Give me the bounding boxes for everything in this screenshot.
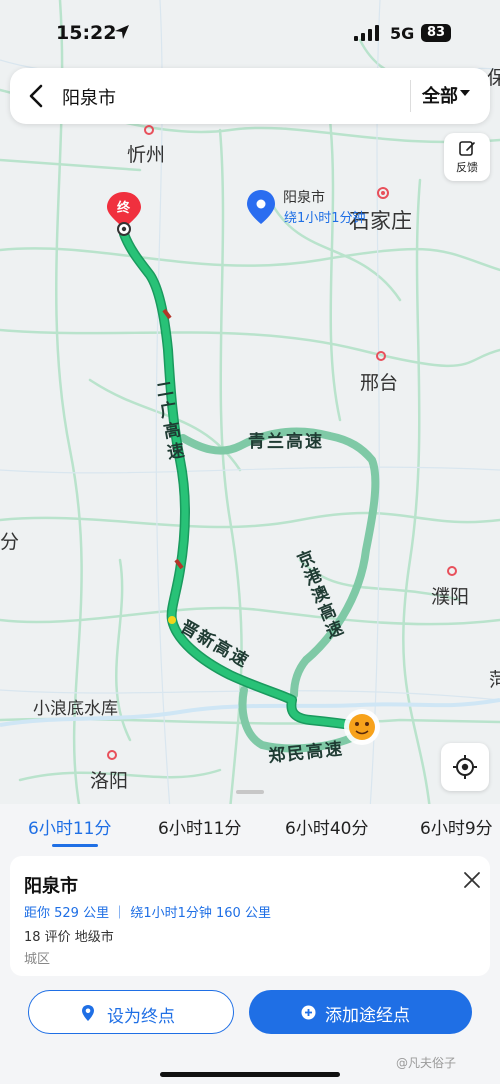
set-destination-button[interactable]: 设为终点 xyxy=(28,990,234,1034)
poi-title[interactable]: 阳泉市 xyxy=(283,187,325,207)
sheet-drag-handle[interactable] xyxy=(236,790,264,794)
edge-label-right-mid: 菏 xyxy=(489,669,500,691)
road-label-qinglan: 青兰高速 xyxy=(248,432,324,452)
end-marker-label: 终 xyxy=(117,201,131,216)
poi-subtitle[interactable]: 绕1小时1分钟 xyxy=(284,207,366,226)
tab-route-3[interactable]: 6小时40分 xyxy=(285,814,368,839)
city-label-luoyang: 洛阳 xyxy=(90,770,129,792)
add-waypoint-label: 添加途经点 xyxy=(325,1006,410,1026)
status-bar: 15:22 5G 83 xyxy=(0,0,500,66)
battery-level: 83 xyxy=(421,24,451,42)
city-label-xinzhou: 忻州 xyxy=(127,144,166,166)
reservoir-label: 小浪底水库 xyxy=(33,699,118,719)
feedback-button[interactable]: 反馈 xyxy=(444,133,490,181)
place-name: 阳泉市 xyxy=(24,876,78,897)
network-type: 5G xyxy=(390,24,415,43)
bottom-sheet: 6小时11分 6小时11分 6小时40分 6小时9分 阳泉市 距你 529 公里… xyxy=(0,804,500,1084)
location-pin-icon[interactable] xyxy=(247,190,275,224)
edge-label-left: 分 xyxy=(0,531,20,553)
city-label-xingtai: 邢台 xyxy=(360,372,399,394)
app-screen: 忻州 石家庄 邢台 濮阳 洛阳 小浪底水库 阳泉市 绕1小时1分钟 终 二广高速… xyxy=(0,0,500,1084)
back-icon[interactable] xyxy=(22,80,52,112)
filter-dropdown[interactable]: 全部 xyxy=(422,82,458,108)
locate-button[interactable] xyxy=(441,743,489,791)
add-waypoint-button[interactable]: 添加途经点 xyxy=(249,990,472,1034)
plus-circle-icon xyxy=(301,1005,316,1020)
watermark: @凡夫俗子 xyxy=(396,1056,457,1070)
search-query[interactable]: 阳泉市 xyxy=(62,84,116,110)
search-bar[interactable]: 阳泉市 全部 xyxy=(10,68,490,124)
pin-icon xyxy=(82,1005,94,1021)
search-divider xyxy=(410,80,411,112)
chevron-down-icon[interactable] xyxy=(458,86,472,100)
start-avatar-icon xyxy=(344,709,380,745)
home-indicator[interactable] xyxy=(160,1072,340,1077)
route-tabs: 6小时11分 6小时11分 6小时40分 6小时9分 xyxy=(0,804,500,850)
place-category: 城区 xyxy=(24,952,51,967)
place-card[interactable]: 阳泉市 距你 529 公里 ｜ 绕1小时1分钟 160 公里 18 评价 地级市… xyxy=(10,856,490,976)
feedback-label: 反馈 xyxy=(456,161,478,174)
place-distance: 距你 529 公里 ｜ 绕1小时1分钟 160 公里 xyxy=(24,906,271,921)
signal-icon xyxy=(354,25,379,41)
tab-route-4[interactable]: 6小时9分 xyxy=(420,814,493,839)
location-arrow-icon xyxy=(115,25,129,39)
place-rating[interactable]: 18 评价 地级市 xyxy=(24,926,114,945)
city-label-puyang: 濮阳 xyxy=(431,586,470,608)
tab-route-1[interactable]: 6小时11分 xyxy=(28,814,111,839)
feedback-edit-icon xyxy=(459,141,475,156)
set-destination-label: 设为终点 xyxy=(107,1007,175,1027)
status-time: 15:22 xyxy=(56,22,117,44)
crosshair-icon xyxy=(453,755,477,779)
active-tab-indicator xyxy=(52,844,98,847)
tab-route-2[interactable]: 6小时11分 xyxy=(158,814,241,839)
close-icon[interactable] xyxy=(462,870,482,890)
